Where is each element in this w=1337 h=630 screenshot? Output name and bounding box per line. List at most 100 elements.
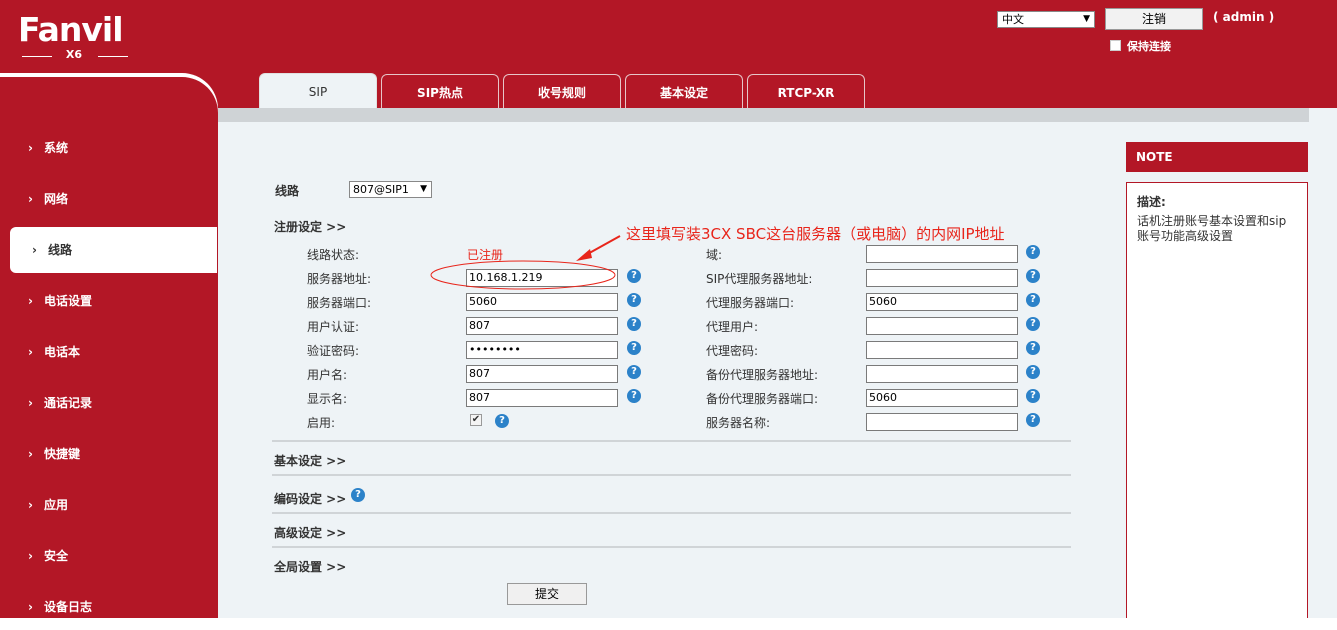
proxy-port-input[interactable]: 5060 xyxy=(866,293,1018,311)
keep-connected-checkbox[interactable] xyxy=(1110,40,1121,51)
sip-proxy-address-label: SIP代理服务器地址: xyxy=(706,272,813,286)
annotation-text: 这里填写装3CX SBC这台服务器（或电脑）的内网IP地址 xyxy=(626,225,1005,243)
line-label: 线路 xyxy=(275,184,300,198)
chevron-right-icon: › xyxy=(28,396,33,410)
current-user: ( admin ) xyxy=(1213,10,1275,24)
username-input[interactable]: 807 xyxy=(466,365,618,383)
line-status-value: 已注册 xyxy=(467,248,504,262)
section-registration[interactable]: 注册设定 >> xyxy=(274,218,346,235)
proxy-user-label: 代理用户: xyxy=(706,320,759,334)
logo-divider-right xyxy=(98,56,128,57)
section-global[interactable]: 全局设置 >> xyxy=(274,558,346,575)
chevron-right-icon: › xyxy=(28,294,33,308)
help-icon[interactable]: ? xyxy=(1026,317,1040,331)
sidebar-item-label: 电话设置 xyxy=(44,294,93,308)
chevron-right-icon: › xyxy=(28,549,33,563)
note-header: NOTE xyxy=(1126,142,1308,172)
domain-input[interactable] xyxy=(866,245,1018,263)
auth-password-input[interactable]: •••••••• xyxy=(466,341,618,359)
proxy-port-label: 代理服务器端口: xyxy=(706,296,795,310)
server-port-input[interactable]: 5060 xyxy=(466,293,618,311)
sidebar-item-shortcuts[interactable]: › 快捷键 xyxy=(0,431,217,477)
line-select[interactable]: 807@SIP1 ▼ xyxy=(349,181,432,198)
help-icon[interactable]: ? xyxy=(1026,341,1040,355)
note-desc-label: 描述: xyxy=(1137,195,1166,209)
chevron-right-icon: › xyxy=(28,192,33,206)
chevron-right-icon: › xyxy=(28,447,33,461)
tab-basic-settings[interactable]: 基本设定 xyxy=(625,74,743,110)
help-icon[interactable]: ? xyxy=(1026,413,1040,427)
sidebar-item-system[interactable]: › 系统 xyxy=(0,125,217,171)
help-icon[interactable]: ? xyxy=(1026,293,1040,307)
dropdown-arrow-icon: ▼ xyxy=(420,184,427,194)
sidebar-item-security[interactable]: › 安全 xyxy=(0,533,217,579)
proxy-user-input[interactable] xyxy=(866,317,1018,335)
line-select-value: 807@SIP1 xyxy=(353,183,409,196)
tab-dial-rules[interactable]: 收号规则 xyxy=(503,74,621,110)
tab-sip[interactable]: SIP xyxy=(259,73,377,110)
help-icon[interactable]: ? xyxy=(495,414,509,428)
note-panel: 描述: 话机注册账号基本设置和sip账号功能高级设置 xyxy=(1126,182,1308,618)
section-basic[interactable]: 基本设定 >> xyxy=(274,452,346,469)
dropdown-arrow-icon: ▼ xyxy=(1083,14,1090,24)
auth-password-label: 验证密码: xyxy=(307,344,360,358)
server-port-label: 服务器端口: xyxy=(307,296,372,310)
logo-wordmark: Fanvil xyxy=(18,10,124,49)
tab-sip-hotspot[interactable]: SIP热点 xyxy=(381,74,499,110)
auth-user-input[interactable]: 807 xyxy=(466,317,618,335)
server-name-input[interactable] xyxy=(866,413,1018,431)
submit-button[interactable]: 提交 xyxy=(507,583,587,605)
note-desc-text: 话机注册账号基本设置和sip账号功能高级设置 xyxy=(1137,214,1287,243)
sidebar-item-network[interactable]: › 网络 xyxy=(0,176,217,222)
sidebar-item-call-log[interactable]: › 通话记录 xyxy=(0,380,217,426)
proxy-password-label: 代理密码: xyxy=(706,344,759,358)
display-name-label: 显示名: xyxy=(307,392,348,406)
sip-proxy-address-input[interactable] xyxy=(866,269,1018,287)
server-address-input[interactable]: 10.168.1.219 xyxy=(466,269,618,287)
enable-label: 启用: xyxy=(307,416,336,430)
content-top-band xyxy=(218,108,1309,122)
sidebar-item-phonebook[interactable]: › 电话本 xyxy=(0,329,217,375)
help-icon[interactable]: ? xyxy=(627,269,641,283)
section-advanced[interactable]: 高级设定 >> xyxy=(274,524,346,541)
display-name-input[interactable]: 807 xyxy=(466,389,618,407)
auth-user-label: 用户认证: xyxy=(307,320,360,334)
help-icon[interactable]: ? xyxy=(1026,389,1040,403)
enable-checkbox[interactable]: ✔ xyxy=(470,414,482,426)
help-icon[interactable]: ? xyxy=(1026,365,1040,379)
language-select[interactable]: 中文 ▼ xyxy=(997,11,1095,28)
keep-connected[interactable]: 保持连接 xyxy=(1110,38,1171,54)
sidebar-item-phone-settings[interactable]: › 电话设置 xyxy=(0,278,217,324)
sidebar-item-label: 系统 xyxy=(44,141,69,155)
sidebar-item-label: 电话本 xyxy=(44,345,81,359)
sidebar-item-apps[interactable]: › 应用 xyxy=(0,482,217,528)
sidebar-item-device-log[interactable]: › 设备日志 xyxy=(0,584,217,630)
line-status-label: 线路状态: xyxy=(307,248,360,262)
sidebar-item-line[interactable]: › 线路 xyxy=(10,227,217,273)
help-icon[interactable]: ? xyxy=(351,488,365,502)
help-icon[interactable]: ? xyxy=(627,389,641,403)
help-icon[interactable]: ? xyxy=(627,293,641,307)
help-icon[interactable]: ? xyxy=(627,317,641,331)
logout-button[interactable]: 注销 xyxy=(1105,8,1203,30)
help-icon[interactable]: ? xyxy=(627,341,641,355)
help-icon[interactable]: ? xyxy=(1026,245,1040,259)
language-value: 中文 xyxy=(1002,13,1024,26)
section-divider xyxy=(272,440,1071,442)
help-icon[interactable]: ? xyxy=(627,365,641,379)
tab-rtcp-xr[interactable]: RTCP-XR xyxy=(747,74,865,110)
backup-proxy-port-input[interactable]: 5060 xyxy=(866,389,1018,407)
chevron-right-icon: › xyxy=(28,498,33,512)
sidebar-item-label: 安全 xyxy=(44,549,69,563)
sidebar-item-label: 线路 xyxy=(48,243,73,257)
proxy-password-input[interactable] xyxy=(866,341,1018,359)
chevron-right-icon: › xyxy=(32,243,37,257)
sidebar-item-label: 应用 xyxy=(44,498,69,512)
help-icon[interactable]: ? xyxy=(1026,269,1040,283)
fanvil-logo: Fanvil X6 xyxy=(18,10,130,66)
chevron-right-icon: › xyxy=(28,600,33,614)
backup-proxy-address-input[interactable] xyxy=(866,365,1018,383)
sidebar-item-label: 网络 xyxy=(44,192,69,206)
sidebar-item-label: 设备日志 xyxy=(44,600,93,614)
section-codec[interactable]: 编码设定 >> xyxy=(274,490,346,507)
